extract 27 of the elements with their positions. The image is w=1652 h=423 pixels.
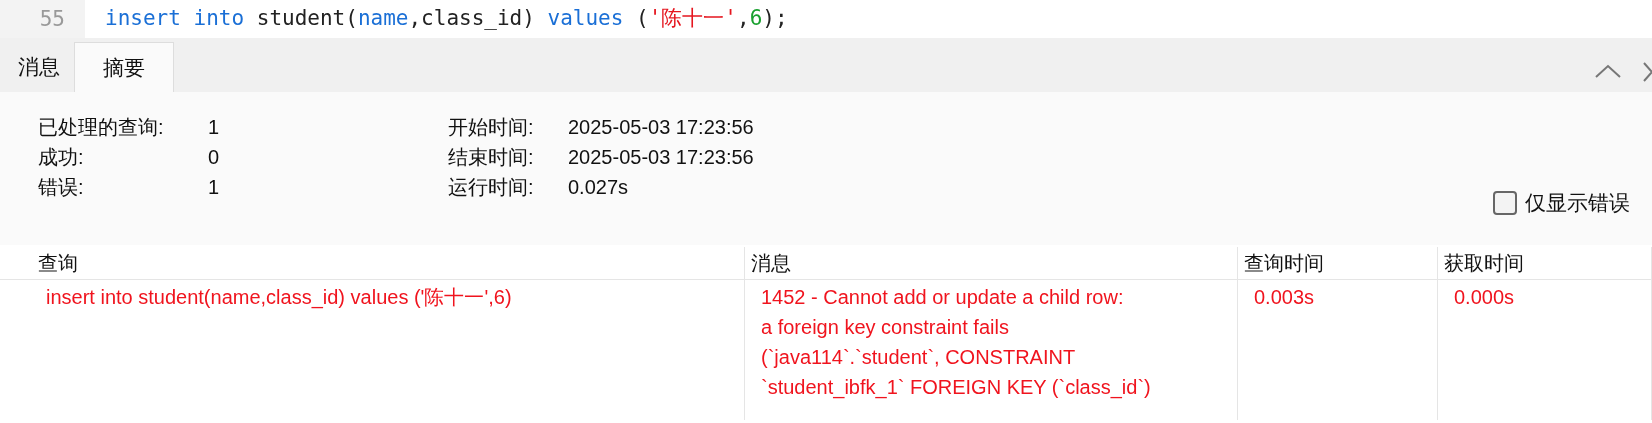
column-header[interactable]: 获取时间: [1438, 247, 1652, 279]
summary-label: 错误:: [38, 175, 85, 200]
code-line: insert into student(name,class_id) values ('陈十一',6);: [104, 5, 788, 33]
summary-label: 开始时间:: [448, 115, 535, 140]
summary-label: 成功:: [38, 145, 85, 170]
summary-value: 0.027s: [568, 175, 630, 200]
tab[interactable]: 摘要: [74, 42, 174, 92]
column-header[interactable]: 消息: [745, 247, 1238, 279]
summary-value: 2025-05-03 17:23:56: [568, 145, 755, 170]
summary-value: 1: [208, 175, 221, 200]
summary-value: 0: [208, 145, 221, 170]
column-header[interactable]: 查询: [0, 247, 745, 279]
table-cell-text: 1452 - Cannot add or update a child row: a foreign key constraint fails (`java114`.`student`, CONSTRAINT `student_ibfk_1` FOREIGN KEY (`class_id`): [761, 285, 1152, 401]
table-cell-text: 0.000s: [1454, 285, 1516, 310]
summary-label: 已处理的查询:: [38, 115, 165, 140]
table-cell-text: 0.003s: [1254, 285, 1316, 310]
checkbox-label[interactable]: 仅显示错误: [1525, 187, 1630, 219]
chevron-right-icon[interactable]: [1643, 62, 1652, 82]
summary-value: 1: [208, 115, 221, 140]
summary-value: 2025-05-03 17:23:56: [568, 115, 755, 140]
summary-label: 结束时间:: [448, 145, 535, 170]
summary-label: 运行时间:: [448, 175, 535, 200]
table-cell-text: insert into student(name,class_id) values ('陈十一',6): [46, 285, 513, 311]
checkbox[interactable]: [1493, 190, 1517, 215]
chevron-up-icon[interactable]: [1595, 64, 1621, 78]
column-header[interactable]: 查询时间: [1238, 247, 1438, 279]
line-number: 55: [0, 0, 85, 38]
